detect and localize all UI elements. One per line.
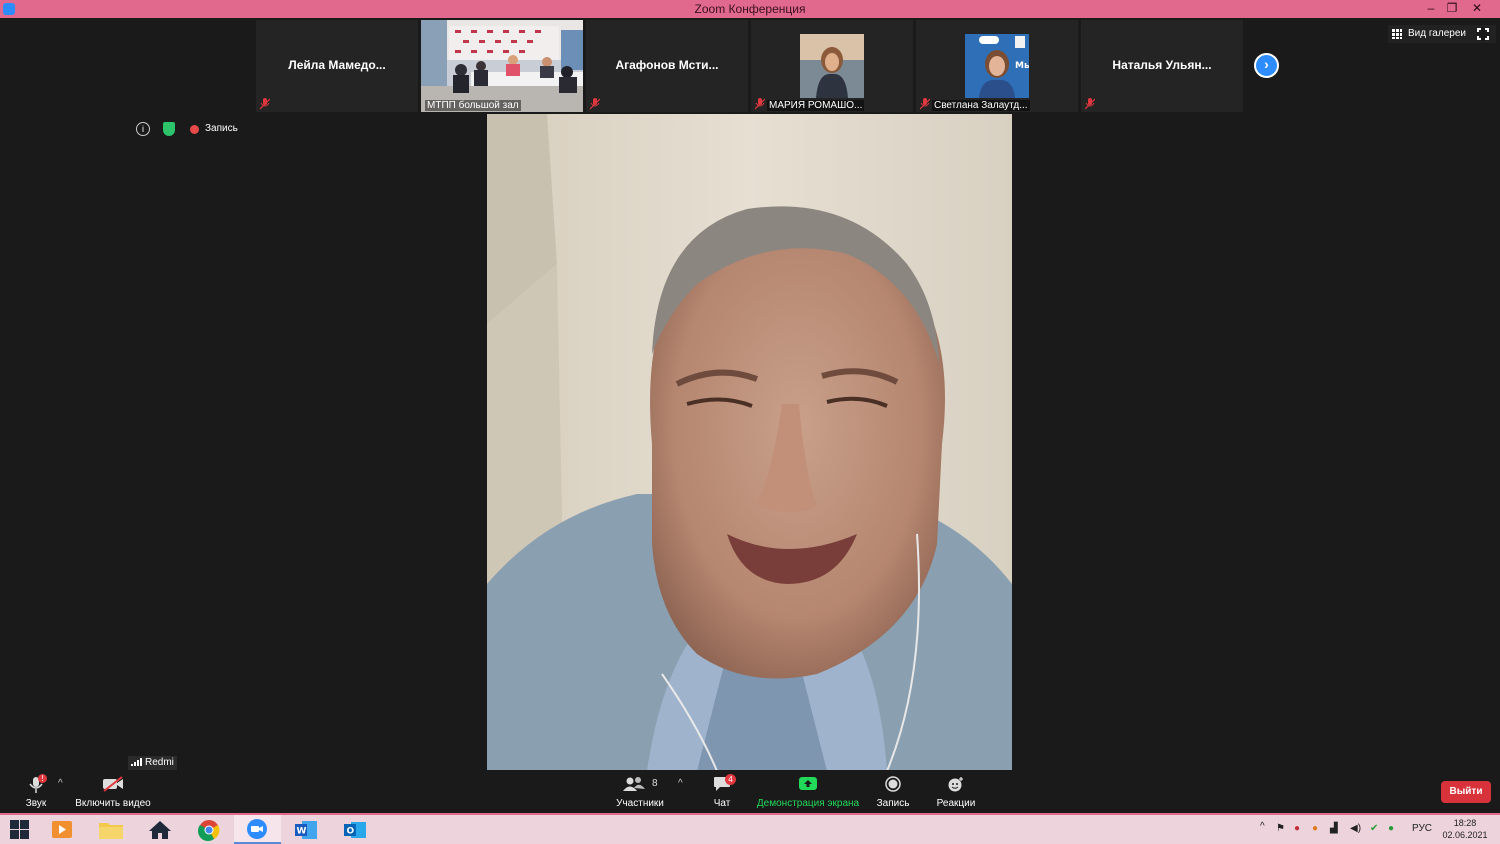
grid-icon	[1392, 29, 1402, 39]
folder-icon	[99, 823, 123, 839]
participant-tile[interactable]: Лейла Мамедо...	[256, 20, 418, 112]
leave-meeting-button[interactable]: Выйти	[1441, 781, 1491, 803]
taskbar-outlook[interactable]: O	[332, 815, 379, 844]
start-video-button[interactable]: Включить видео	[74, 774, 152, 814]
participants-options-caret[interactable]: ^	[678, 778, 683, 789]
volume-icon[interactable]: ◀)	[1350, 823, 1361, 834]
window-title-bar: Zoom Конференция – ❐ ✕	[0, 0, 1500, 18]
participant-tile[interactable]: Агафонов Мсти...	[586, 20, 748, 112]
input-language[interactable]: РУС	[1412, 823, 1432, 834]
share-screen-icon	[799, 777, 817, 790]
minimize-button[interactable]: –	[1420, 0, 1442, 18]
flag-icon[interactable]: ⚑	[1276, 823, 1285, 834]
chrome-icon	[198, 820, 220, 841]
record-label: Запись	[876, 798, 910, 809]
network-icon[interactable]: ▟	[1330, 823, 1338, 834]
participant-photo: Мы	[965, 34, 1029, 98]
security-check-icon[interactable]: ✔	[1370, 823, 1378, 834]
firefox-icon[interactable]: ●	[1312, 823, 1318, 834]
clock-date: 02.06.2021	[1442, 830, 1488, 840]
windows-taskbar: W O ^ ⚑ ● ● ▟ ◀) ✔ ● РУС 18:28 02.06.202…	[0, 815, 1500, 844]
conference-room-video	[421, 20, 583, 112]
tray-expand-caret[interactable]: ^	[1260, 821, 1265, 832]
mic-muted-icon	[920, 98, 930, 110]
participant-tile[interactable]: МТПП большой зал	[421, 20, 583, 112]
word-icon: W	[295, 821, 317, 839]
record-icon	[885, 776, 901, 792]
network-device-name: Redmi	[145, 757, 174, 768]
reactions-label: Реакции	[936, 798, 976, 809]
active-speaker-video	[487, 114, 1012, 771]
taskbar-home[interactable]	[137, 815, 184, 844]
participants-icon	[623, 777, 645, 791]
chat-label: Чат	[713, 798, 731, 809]
encryption-shield-icon[interactable]	[163, 122, 175, 136]
audio-button[interactable]: ! Звук	[16, 774, 56, 814]
participant-tile[interactable]: Наталья Ульян...	[1081, 20, 1243, 112]
participant-tile[interactable]: Мы Светлана Залаутд...	[916, 20, 1078, 112]
network-status-label: Redmi	[128, 756, 177, 770]
mic-muted-icon	[260, 98, 270, 110]
reactions-button[interactable]: Реакции	[930, 774, 982, 814]
mic-muted-icon	[755, 98, 765, 110]
clock-time: 18:28	[1453, 818, 1477, 828]
participant-name: МТПП большой зал	[425, 100, 521, 111]
recording-status-label: Запись	[205, 123, 238, 134]
video-off-icon	[103, 776, 123, 792]
close-window-button[interactable]: ✕	[1466, 0, 1488, 18]
system-clock[interactable]: 18:28 02.06.2021	[1435, 817, 1495, 841]
participant-photo	[800, 34, 864, 98]
share-screen-button[interactable]: Демонстрация экрана	[756, 774, 860, 814]
restore-button[interactable]: ❐	[1441, 0, 1463, 18]
info-icon[interactable]: i	[136, 122, 150, 136]
fullscreen-icon[interactable]	[1476, 27, 1490, 41]
participant-tile[interactable]: МАРИЯ РОМАШО...	[751, 20, 913, 112]
svg-text:O: O	[347, 827, 355, 837]
audio-options-caret[interactable]: ^	[58, 778, 63, 789]
taskbar-media-player[interactable]	[38, 815, 85, 844]
chat-button[interactable]: 4 Чат	[700, 774, 744, 814]
antivirus-icon[interactable]: ●	[1294, 823, 1300, 834]
windows-logo-icon	[10, 820, 29, 839]
audio-warning-badge: !	[38, 774, 47, 783]
svg-text:Мы: Мы	[1015, 61, 1029, 71]
update-icon[interactable]: ●	[1388, 823, 1394, 834]
reactions-smile-icon	[948, 777, 963, 792]
participant-name: Светлана Залаутд...	[932, 100, 1030, 111]
participant-name: Наталья Ульян...	[1112, 58, 1212, 72]
next-page-button[interactable]: ›	[1254, 53, 1279, 78]
record-button[interactable]: Запись	[870, 774, 916, 814]
recording-dot-icon	[190, 125, 199, 134]
signal-bars-icon	[131, 758, 142, 766]
audio-label: Звук	[25, 798, 47, 809]
start-video-label: Включить видео	[75, 798, 151, 809]
mic-muted-icon	[590, 98, 600, 110]
taskbar-zoom[interactable]	[234, 815, 281, 844]
home-icon	[149, 821, 171, 839]
participant-name: Агафонов Мсти...	[615, 58, 719, 72]
chat-unread-badge: 4	[725, 774, 736, 785]
share-screen-label: Демонстрация экрана	[756, 798, 860, 809]
gallery-view-label: Вид галереи	[1408, 28, 1466, 39]
speaker-video-frame	[487, 114, 1012, 771]
participant-name: МАРИЯ РОМАШО...	[767, 100, 865, 111]
window-title: Zoom Конференция	[694, 2, 806, 16]
mic-muted-icon	[1085, 98, 1095, 110]
taskbar-word[interactable]: W	[283, 815, 330, 844]
zoom-icon	[247, 819, 267, 839]
participants-count: 8	[652, 778, 658, 789]
outlook-icon: O	[344, 822, 366, 838]
participants-button[interactable]: 8 Участники	[610, 774, 670, 814]
svg-text:W: W	[297, 827, 307, 837]
participant-name: Лейла Мамедо...	[288, 58, 386, 72]
meeting-toolbar: ! Звук ^ Включить видео 8 Участники ^ 4 …	[0, 770, 1500, 812]
participants-label: Участники	[616, 798, 664, 809]
taskbar-file-explorer[interactable]	[88, 815, 135, 844]
taskbar-chrome[interactable]	[186, 815, 233, 844]
media-player-icon	[52, 821, 72, 838]
